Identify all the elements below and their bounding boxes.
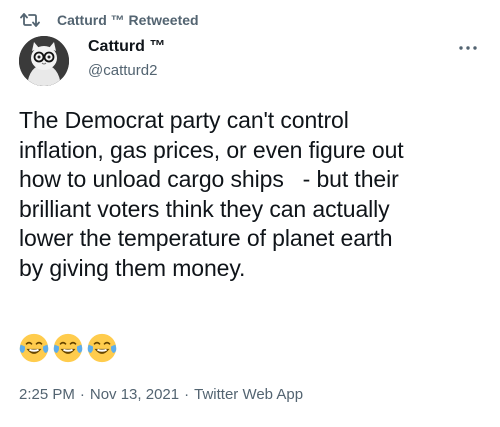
tweet-meta: 2:25 PM · Nov 13, 2021 · Twitter Web App <box>19 386 303 403</box>
tweet-source[interactable]: Twitter Web App <box>194 386 303 403</box>
tweet-date[interactable]: Nov 13, 2021 <box>90 386 179 403</box>
retweet-header[interactable]: Catturd ™ Retweeted <box>20 10 199 30</box>
more-options-button[interactable] <box>456 40 480 56</box>
retweet-label: Catturd ™ Retweeted <box>57 12 199 28</box>
retweet-icon <box>20 12 40 28</box>
emoji-row <box>19 333 117 363</box>
more-options-icon <box>459 46 477 50</box>
author-handle[interactable]: @catturd2 <box>88 62 157 79</box>
meta-separator: · <box>184 386 190 403</box>
tweet-text: The Democrat party can't control inflati… <box>19 107 404 281</box>
tweet-time[interactable]: 2:25 PM <box>19 386 75 403</box>
face-with-tears-of-joy-icon <box>87 333 117 363</box>
face-with-tears-of-joy-icon <box>53 333 83 363</box>
avatar[interactable] <box>19 36 69 86</box>
author-name[interactable]: Catturd ™ <box>88 38 165 56</box>
face-with-tears-of-joy-icon <box>19 333 49 363</box>
meta-separator: · <box>79 386 85 403</box>
